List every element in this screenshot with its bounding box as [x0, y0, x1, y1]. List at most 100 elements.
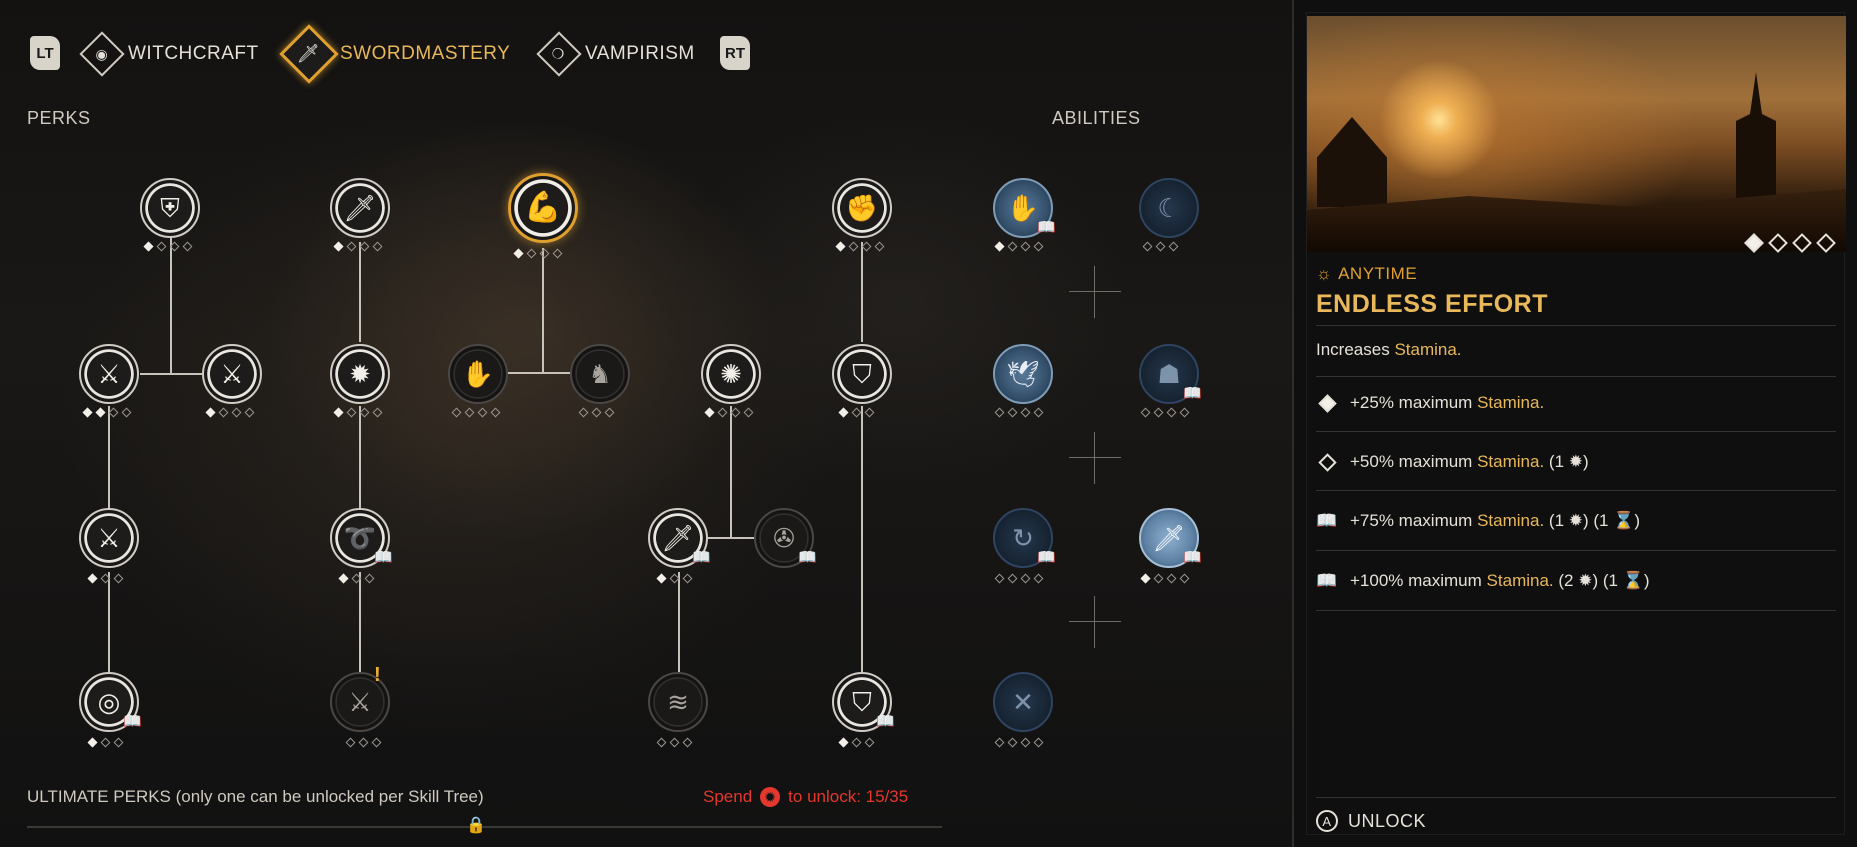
rank-pip-empty — [100, 737, 111, 748]
crosshair-decoration — [1069, 596, 1121, 648]
ability-node[interactable]: 🕊 — [993, 344, 1053, 404]
rank-pip-empty — [604, 407, 615, 418]
rank-pip-empty — [371, 737, 382, 748]
perk-timing: ☼ ANYTIME — [1316, 264, 1417, 284]
perk-node[interactable]: ✊ — [832, 178, 892, 238]
shield-icon: ⛨ — [160, 193, 180, 223]
tab-swordmastery[interactable]: 🗡 SWORDMASTERY — [279, 24, 511, 84]
connector-line — [861, 406, 863, 672]
perk-node[interactable]: ⛉ — [832, 344, 892, 404]
rank-pip-empty — [669, 573, 680, 584]
perk-rank-pips — [333, 407, 383, 418]
rank-pip-filled — [82, 407, 93, 418]
unlock-button[interactable]: A UNLOCK — [1316, 810, 1426, 832]
tab-swordmastery-label: SWORDMASTERY — [340, 43, 511, 64]
rank-pip-empty — [464, 407, 475, 418]
ability-rank-pips — [994, 573, 1044, 584]
lt-button[interactable]: LT — [30, 36, 60, 70]
perk-node[interactable]: ♞ — [570, 344, 630, 404]
rank-pip-empty — [1020, 737, 1031, 748]
rt-button[interactable]: RT — [720, 36, 750, 70]
ultimate-perks-note: ULTIMATE PERKS (only one can be unlocked… — [27, 787, 484, 806]
divider — [1316, 797, 1836, 798]
rank-pip-empty — [182, 241, 193, 252]
stuck-swords-icon: ⚔ — [348, 687, 372, 717]
perk-node[interactable]: ⚔ — [79, 344, 139, 404]
rank-pip-empty — [1020, 573, 1031, 584]
skill-tree-area: LT ◉ WITCHCRAFT 🗡 SWORDMASTERY ❍ VAMPIRI… — [0, 0, 1292, 847]
wheel-icon: ✇ — [773, 523, 795, 553]
perk-node-selected[interactable]: 💪 — [508, 173, 578, 243]
sun-moon-icon: ☼ — [1316, 264, 1333, 283]
rank-pip-empty — [539, 248, 550, 259]
rank-pip-empty — [861, 241, 872, 252]
rank-pip-filled — [994, 241, 1005, 252]
perk-node[interactable]: ≋ — [648, 672, 708, 732]
wind-slash-icon: ≋ — [667, 687, 689, 717]
rank-pip-empty — [578, 407, 589, 418]
rank-pip-empty — [451, 407, 462, 418]
rank-pip-empty — [156, 241, 167, 252]
book-icon: 📖 — [374, 549, 393, 566]
rank-pip-empty — [864, 407, 875, 418]
connector-line — [861, 242, 863, 342]
perk-node[interactable]: 🗡 — [330, 178, 390, 238]
rank-pip-empty — [669, 737, 680, 748]
rank-pip-empty — [1168, 241, 1179, 252]
rank-pip-filled — [513, 248, 524, 259]
claw-hand-icon: ✋ — [461, 359, 495, 389]
flame-star-icon: ✺ — [720, 359, 742, 389]
ability-node[interactable]: ☾ — [1139, 178, 1199, 238]
rank-pip-empty — [113, 573, 124, 584]
rank-pip-empty — [346, 241, 357, 252]
target-icon: ◎ — [97, 687, 121, 717]
connector-line — [678, 572, 680, 672]
rank-pip-empty — [359, 241, 370, 252]
ability-rank-pips — [1142, 241, 1179, 252]
tab-vampirism[interactable]: ❍ VAMPIRISM — [536, 31, 695, 77]
perk-node[interactable]: ✺ — [701, 344, 761, 404]
perk-node[interactable]: ✋ — [448, 344, 508, 404]
perk-node[interactable]: ⚔ — [202, 344, 262, 404]
unlock-requirement: Spend ✹ to unlock: 15/35 — [703, 787, 908, 807]
rank-pip-empty — [1020, 241, 1031, 252]
perk-rank-pips — [656, 573, 693, 584]
ability-node[interactable]: ✕ — [993, 672, 1053, 732]
rank-pip-empty — [526, 248, 537, 259]
rank-pip-empty — [1142, 241, 1153, 252]
tier-cost: (1 ✹) (1 ⌛) — [1548, 511, 1641, 530]
serpent-sword-icon: 🗡 — [1152, 523, 1186, 553]
book-icon: 📖 — [876, 713, 895, 730]
book-icon: 📖 — [1316, 571, 1338, 590]
perk-rank-pips — [656, 737, 693, 748]
pager-dot[interactable] — [1768, 233, 1788, 253]
fang-icon: ❍ — [536, 31, 582, 77]
rank-pip-empty — [346, 407, 357, 418]
rank-pip-empty — [1007, 573, 1018, 584]
rank-pip-empty — [1179, 407, 1190, 418]
pager-dot[interactable] — [1792, 233, 1812, 253]
rank-pip-empty — [359, 407, 370, 418]
perk-preview-image — [1307, 16, 1846, 252]
pager-dot[interactable] — [1744, 233, 1764, 253]
rank-pip-empty — [1140, 407, 1151, 418]
tab-witchcraft[interactable]: ◉ WITCHCRAFT — [79, 31, 259, 77]
perk-node[interactable]: ⛨ — [140, 178, 200, 238]
connector-line — [542, 248, 544, 373]
perk-node[interactable]: ⚔ — [79, 508, 139, 568]
rank-pip-filled — [656, 573, 667, 584]
tab-vampirism-label: VAMPIRISM — [585, 43, 695, 64]
dagger-icon: 🗡 — [343, 193, 377, 223]
pager-dot[interactable] — [1816, 233, 1836, 253]
book-icon: 📖 — [1183, 549, 1202, 566]
rank-pip-empty — [994, 407, 1005, 418]
crosshair-decoration — [1069, 432, 1121, 484]
perk-node[interactable]: ⚔ — [330, 672, 390, 732]
ability-rank-pips — [994, 737, 1044, 748]
rank-pip-empty — [874, 241, 885, 252]
perk-node[interactable]: ✹ — [330, 344, 390, 404]
unlock-label: UNLOCK — [1348, 810, 1427, 831]
tier-cost: (2 ✹) (1 ⌛) — [1558, 571, 1650, 590]
perk-rank-pips — [835, 241, 885, 252]
preview-pager[interactable] — [1744, 233, 1836, 253]
